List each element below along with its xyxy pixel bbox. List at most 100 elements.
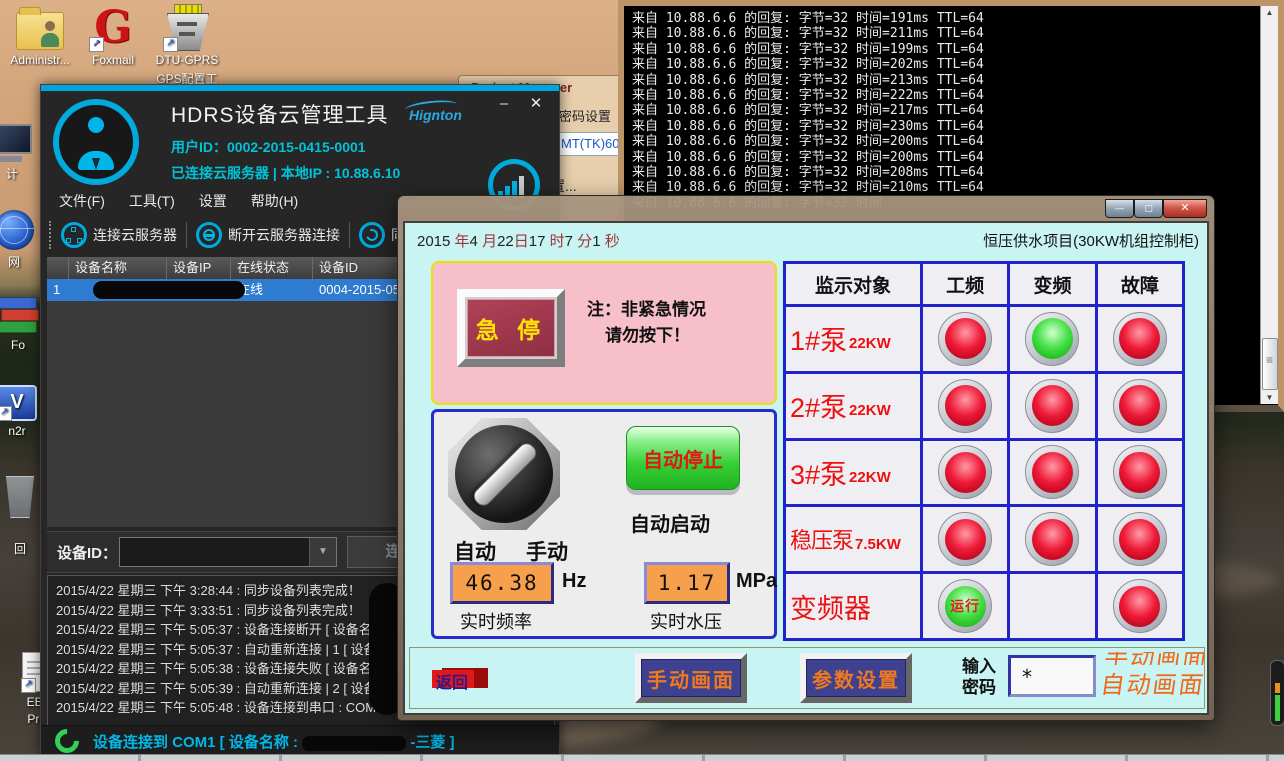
desktop-icon-recycle-bin[interactable]: 回 [0,476,42,557]
user-avatar [53,99,139,185]
indicator-cell [923,374,1007,438]
status-bar: 设备连接到 COM1 [ 设备名称 : -三菱 ] [41,725,559,756]
toolbar-separator [186,222,187,248]
datetime-part: 22 [497,233,514,250]
scrollbar-thumb[interactable] [1262,338,1278,390]
pressure-label: 实时水压 [650,608,722,634]
dtu-connector-icon: ↗ [165,4,209,50]
password-input[interactable] [1008,655,1096,697]
manual-screen-label: 手动画面 [641,659,741,697]
power-icon [196,222,222,248]
screen-switch-ghost-text: 手动画面 自动画面 [1099,652,1236,700]
col-header-name: 设备名称 [69,257,167,279]
taskbar-edge[interactable] [0,754,1284,761]
frequency-label: 实时频率 [460,608,532,634]
recycle-bin-icon [4,476,36,518]
desktop-icon-dtu-gprs[interactable]: ↗ DTU-GPRS GPS配置工 [152,4,222,87]
redacted-name [302,736,406,751]
console-line: 来自 10.88.6.6 的回复: 字节=32 时间=230ms TTL=64 [632,119,1278,134]
pump-label: 变频器 [786,574,920,638]
auto-stop-button[interactable]: 自动停止 [626,426,740,490]
monitor-col-header: 监示对象 [786,264,920,304]
menu-item[interactable]: 文件(F) [59,191,105,211]
indicator-cell: 运行 [923,574,1007,638]
datetime-part: 月 [482,233,497,250]
indicator-cell [923,507,1007,571]
chevron-down-icon[interactable]: ▼ [309,538,336,566]
connected-refresh-icon [50,724,84,758]
frequency-unit: Hz [562,570,586,593]
password-settings-label: 密码设置 [559,106,611,125]
toolbar-button-label: 连接云服务器 [93,225,177,245]
params-settings-label: 参数设置 [806,659,906,697]
datetime-part: 4 [470,233,483,250]
user-id-text: 用户ID：0002-2015-0415-0001 [171,137,366,157]
indicator-cell [1098,307,1182,371]
disconnect-cloud-button[interactable]: 断开云服务器连接 [196,222,340,248]
desktop-icon-winrar[interactable]: Fo [0,295,44,352]
icon-label: 回 [0,540,42,557]
device-id-combobox[interactable]: ▼ [119,537,337,567]
close-button[interactable]: ✕ [1163,199,1207,218]
shortcut-arrow-icon: ↗ [163,37,178,52]
desktop-icon-administrator[interactable]: Administr... [2,4,78,67]
edge-indicator-widget [1270,660,1284,726]
indicator-cell [1010,374,1094,438]
menu-item[interactable]: 设置 [199,191,227,211]
red-indicator-light [1113,312,1167,366]
v-app-icon: V↗ [0,385,37,421]
console-output: 来自 10.88.6.6 的回复: 字节=32 时间=191ms TTL=64来… [624,6,1278,211]
emergency-stop-button[interactable]: 急 停 [457,289,565,367]
red-indicator-light [938,312,992,366]
pump-label: 2#泵22KW [786,374,920,438]
shortcut-arrow-icon: ↗ [0,406,12,421]
auto-start-caption: 自动启动 [630,508,710,537]
desktop-icon-foxmail[interactable]: G↗ Foxmail [82,6,144,67]
emergency-stop-panel: 急 停 注：非紧急情况 请勿按下！ [431,261,777,405]
minimize-button[interactable]: — [1105,199,1134,218]
console-scrollbar[interactable]: ▲ ▼ [1260,6,1278,404]
emergency-stop-label: 急 停 [467,299,555,357]
menu-item[interactable]: 工具(T) [129,191,175,211]
green-indicator-light [1025,312,1079,366]
maximize-button[interactable]: ▢ [1134,199,1163,218]
icon-label: 网 [0,253,40,270]
col-header [47,257,69,279]
datetime-part: 秒 [605,233,620,250]
desktop-icon-network[interactable]: 网 [0,210,40,270]
params-settings-button[interactable]: 参数设置 [800,653,912,703]
manual-screen-button[interactable]: 手动画面 [635,653,747,703]
pressure-unit: MPa [736,570,777,593]
desktop-icon-n2n[interactable]: V↗ n2r [0,385,44,438]
console-line: 来自 10.88.6.6 的回复: 字节=32 时间=217ms TTL=64 [632,103,1278,118]
monitor-col-header: 故障 [1098,264,1182,304]
back-button[interactable]: 返回 [432,666,488,690]
minimize-button[interactable]: – [491,93,517,115]
estop-note-line1: 注：非紧急情况 [587,295,706,320]
monitor-col-header: 工频 [923,264,1007,304]
scroll-down-arrow[interactable]: ▼ [1261,393,1278,402]
icon-label: Administr... [2,53,78,67]
icon-label: n2r [0,424,44,438]
sync-icon [359,222,385,248]
red-indicator-light [1113,379,1167,433]
red-indicator-light [1025,512,1079,566]
green-indicator-light: 运行 [938,579,992,633]
shortcut-arrow-icon: ↗ [89,37,104,52]
auto-manual-knob[interactable] [448,418,560,530]
red-indicator-light [1113,579,1167,633]
password-entry-label: 输入 密码 [962,656,996,698]
console-line: 来自 10.88.6.6 的回复: 字节=32 时间=208ms TTL=64 [632,165,1278,180]
console-line: 来自 10.88.6.6 的回复: 字节=32 时间=222ms TTL=64 [632,88,1278,103]
pump-label: 稳压泵7.5KW [786,507,920,571]
indicator-cell [1098,374,1182,438]
close-button[interactable]: ✕ [523,93,549,115]
scroll-up-arrow[interactable]: ▲ [1261,8,1278,17]
folder-icon [16,12,64,50]
toolbar-drag-handle[interactable] [49,221,55,249]
window-accent-bar [41,85,559,91]
desktop-icon-computer[interactable]: 计 [0,122,38,182]
menu-item[interactable]: 帮助(H) [251,191,298,211]
shortcut-arrow-icon: ↗ [21,678,36,693]
connect-cloud-button[interactable]: 连接云服务器 [61,222,177,248]
